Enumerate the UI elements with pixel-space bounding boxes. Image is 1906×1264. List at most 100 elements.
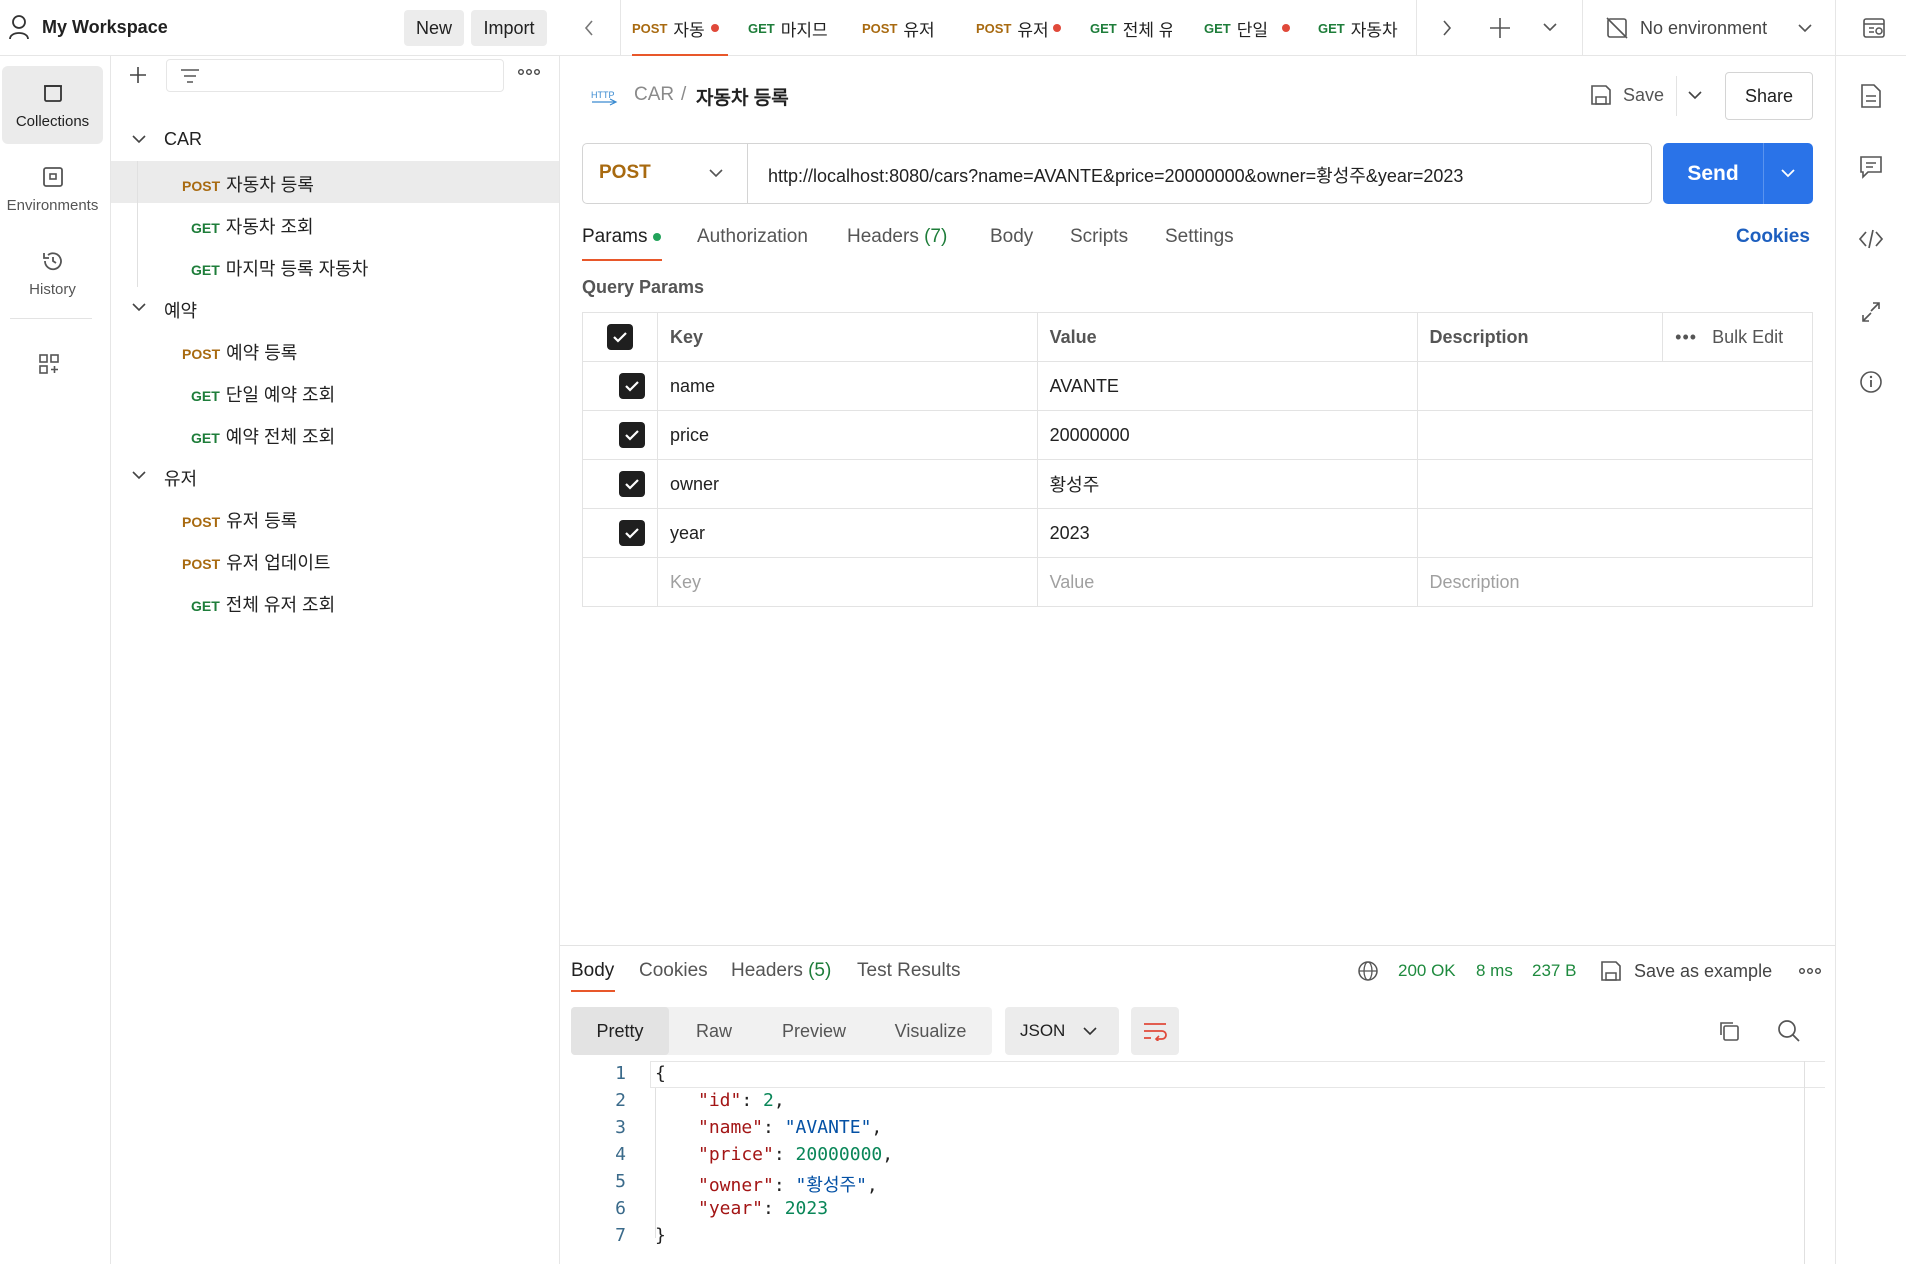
folder-car[interactable]: CAR — [111, 119, 559, 161]
wrap-lines-button[interactable] — [1131, 1007, 1179, 1055]
param-value[interactable]: 황성주 — [1036, 459, 1418, 509]
param-checkbox[interactable] — [619, 373, 645, 399]
more-icon[interactable]: ••• — [1675, 327, 1697, 347]
view-preview[interactable]: Preview — [759, 1007, 869, 1055]
format-select[interactable]: JSON — [1005, 1007, 1119, 1055]
more-icon[interactable] — [1799, 967, 1821, 975]
globe-icon[interactable] — [1357, 960, 1379, 982]
tab-authorization[interactable]: Authorization — [697, 226, 808, 248]
search-icon[interactable] — [1777, 1019, 1801, 1043]
view-pretty[interactable]: Pretty — [571, 1007, 669, 1055]
related-collections-icon[interactable] — [1861, 301, 1881, 323]
tabs-dropdown-icon[interactable] — [1543, 23, 1557, 32]
select-all-checkbox[interactable] — [607, 324, 633, 350]
rail-collections[interactable]: Collections — [2, 66, 103, 144]
bulk-edit-button[interactable]: Bulk Edit — [1712, 327, 1783, 347]
tab-settings[interactable]: Settings — [1165, 226, 1234, 248]
save-button[interactable]: Save — [1588, 76, 1676, 116]
param-description[interactable] — [1416, 361, 1814, 411]
param-key[interactable]: price — [657, 410, 1038, 460]
param-key[interactable]: year — [657, 508, 1038, 558]
response-time[interactable]: 8 ms — [1476, 961, 1513, 981]
param-description[interactable] — [1416, 459, 1814, 509]
tab-scripts[interactable]: Scripts — [1070, 226, 1128, 248]
comments-icon[interactable] — [1859, 155, 1883, 179]
status-badge[interactable]: 200 OK — [1398, 961, 1456, 981]
param-value[interactable]: 2023 — [1036, 508, 1418, 558]
param-key[interactable]: owner — [657, 459, 1038, 509]
chevron-right-icon[interactable] — [1442, 20, 1452, 36]
svg-text:HTTP: HTTP — [591, 90, 615, 100]
tree-item-user-all[interactable]: GET 전체 유저 조회 — [111, 581, 559, 623]
save-as-example-button[interactable]: Save as example — [1600, 957, 1790, 985]
tree-item-car-get[interactable]: GET 자동차 조회 — [111, 203, 559, 245]
param-checkbox[interactable] — [619, 520, 645, 546]
environment-selector[interactable]: No environment — [1606, 0, 1812, 56]
tree-item-user-register[interactable]: POST 유저 등록 — [111, 497, 559, 539]
chevron-left-icon[interactable] — [584, 20, 594, 36]
environment-quick-look-icon[interactable] — [1862, 16, 1886, 40]
import-button[interactable]: Import — [471, 10, 547, 46]
tree-item-user-update[interactable]: POST 유저 업데이트 — [111, 539, 559, 581]
folder-reservation[interactable]: 예약 — [111, 287, 559, 329]
copy-icon[interactable] — [1718, 1020, 1740, 1042]
response-tab-test-results[interactable]: Test Results — [857, 960, 960, 982]
response-tab-body[interactable]: Body — [571, 960, 614, 982]
info-icon[interactable] — [1859, 370, 1883, 394]
rail-environments[interactable]: Environments — [2, 150, 103, 228]
more-icon[interactable] — [518, 68, 540, 76]
tab-car-register[interactable]: POST 자동 — [632, 0, 732, 56]
tab-user-all[interactable]: GET 전체 유 — [1090, 0, 1172, 56]
plus-icon[interactable] — [128, 65, 148, 85]
send-button[interactable]: Send — [1663, 143, 1763, 204]
param-key[interactable]: name — [657, 361, 1038, 411]
view-raw[interactable]: Raw — [669, 1007, 759, 1055]
tab-last-car[interactable]: GET 마지므 — [748, 0, 838, 56]
url-input[interactable]: http://localhost:8080/cars?name=AVANTE&p… — [768, 162, 1463, 188]
param-description[interactable] — [1416, 508, 1814, 558]
documentation-icon[interactable] — [1860, 83, 1882, 109]
new-description-input[interactable]: Description — [1416, 557, 1814, 607]
tree-item-reservation-single[interactable]: GET 단일 예약 조회 — [111, 371, 559, 413]
response-tab-cookies[interactable]: Cookies — [639, 960, 708, 982]
filter-input[interactable] — [166, 59, 504, 92]
tree-item-reservation-all[interactable]: GET 예약 전체 조회 — [111, 413, 559, 455]
add-apps-icon[interactable] — [37, 352, 61, 376]
new-key-input[interactable]: Key — [657, 557, 1038, 607]
param-checkbox[interactable] — [619, 471, 645, 497]
response-tab-headers[interactable]: Headers (5) — [731, 960, 831, 982]
new-button[interactable]: New — [404, 10, 464, 46]
param-checkbox[interactable] — [619, 422, 645, 448]
method-badge: GET — [191, 388, 220, 404]
tree-item-car-last[interactable]: GET 마지막 등록 자동차 — [111, 245, 559, 287]
new-value-input[interactable]: Value — [1036, 557, 1418, 607]
new-tab-plus-icon[interactable] — [1489, 17, 1511, 39]
param-description[interactable] — [1416, 410, 1814, 460]
code-scrollbar[interactable] — [1804, 1061, 1805, 1264]
tab-user-update[interactable]: POST 유저 — [976, 0, 1076, 56]
code-snippet-icon[interactable] — [1858, 228, 1884, 250]
save-options-chevron-icon[interactable] — [1688, 91, 1702, 100]
tab-body[interactable]: Body — [990, 226, 1033, 248]
tab-headers[interactable]: Headers (7) — [847, 226, 947, 248]
workspace-title[interactable]: My Workspace — [42, 17, 168, 38]
folder-user[interactable]: 유저 — [111, 455, 559, 497]
rail-history[interactable]: History — [2, 234, 103, 312]
param-value[interactable]: AVANTE — [1036, 361, 1418, 411]
view-visualize[interactable]: Visualize — [869, 1007, 992, 1055]
tree-item-reservation-register[interactable]: POST 예약 등록 — [111, 329, 559, 371]
tab-reservation-single[interactable]: GET 단일 — [1204, 0, 1304, 56]
breadcrumb-parent[interactable]: CAR — [634, 84, 674, 106]
response-size[interactable]: 237 B — [1532, 961, 1576, 981]
tab-car-get[interactable]: GET 자동차 — [1318, 0, 1406, 56]
tab-user[interactable]: POST 유저 — [862, 0, 952, 56]
send-options-chevron-icon[interactable] — [1781, 169, 1795, 178]
param-value[interactable]: 20000000 — [1036, 410, 1418, 460]
request-title[interactable]: 자동차 등록 — [696, 83, 789, 110]
share-button[interactable]: Share — [1725, 72, 1813, 120]
tree-item-car-register[interactable]: POST 자동차 등록 — [111, 161, 559, 287]
json-value: 2 — [763, 1090, 774, 1111]
tab-params[interactable]: Params — [582, 226, 662, 248]
method-select[interactable]: POST — [583, 144, 748, 203]
cookies-link[interactable]: Cookies — [1736, 226, 1810, 248]
